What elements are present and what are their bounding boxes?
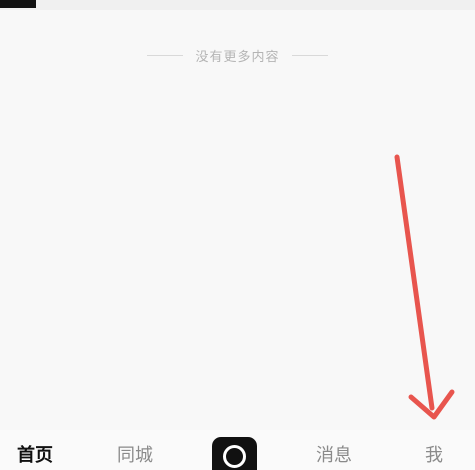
create-button[interactable]: [212, 437, 257, 470]
camera-ring-icon: [223, 445, 246, 468]
top-strip: [0, 0, 475, 10]
end-of-feed-notice: 没有更多内容: [0, 44, 475, 66]
annotation-arrow-icon: [394, 154, 455, 420]
nav-city-tab[interactable]: 同城: [105, 444, 165, 468]
nav-me-tab[interactable]: 我: [404, 444, 464, 468]
top-dark-block: [0, 0, 36, 8]
nav-messages-tab[interactable]: 消息: [304, 444, 364, 468]
nav-home-tab[interactable]: 首页: [5, 444, 65, 468]
end-line-right: [291, 54, 328, 56]
end-of-feed-text: 没有更多内容: [195, 49, 280, 65]
end-line-left: [147, 54, 184, 56]
app-screen: 没有更多内容 首页 同城 消息 我: [0, 0, 475, 470]
